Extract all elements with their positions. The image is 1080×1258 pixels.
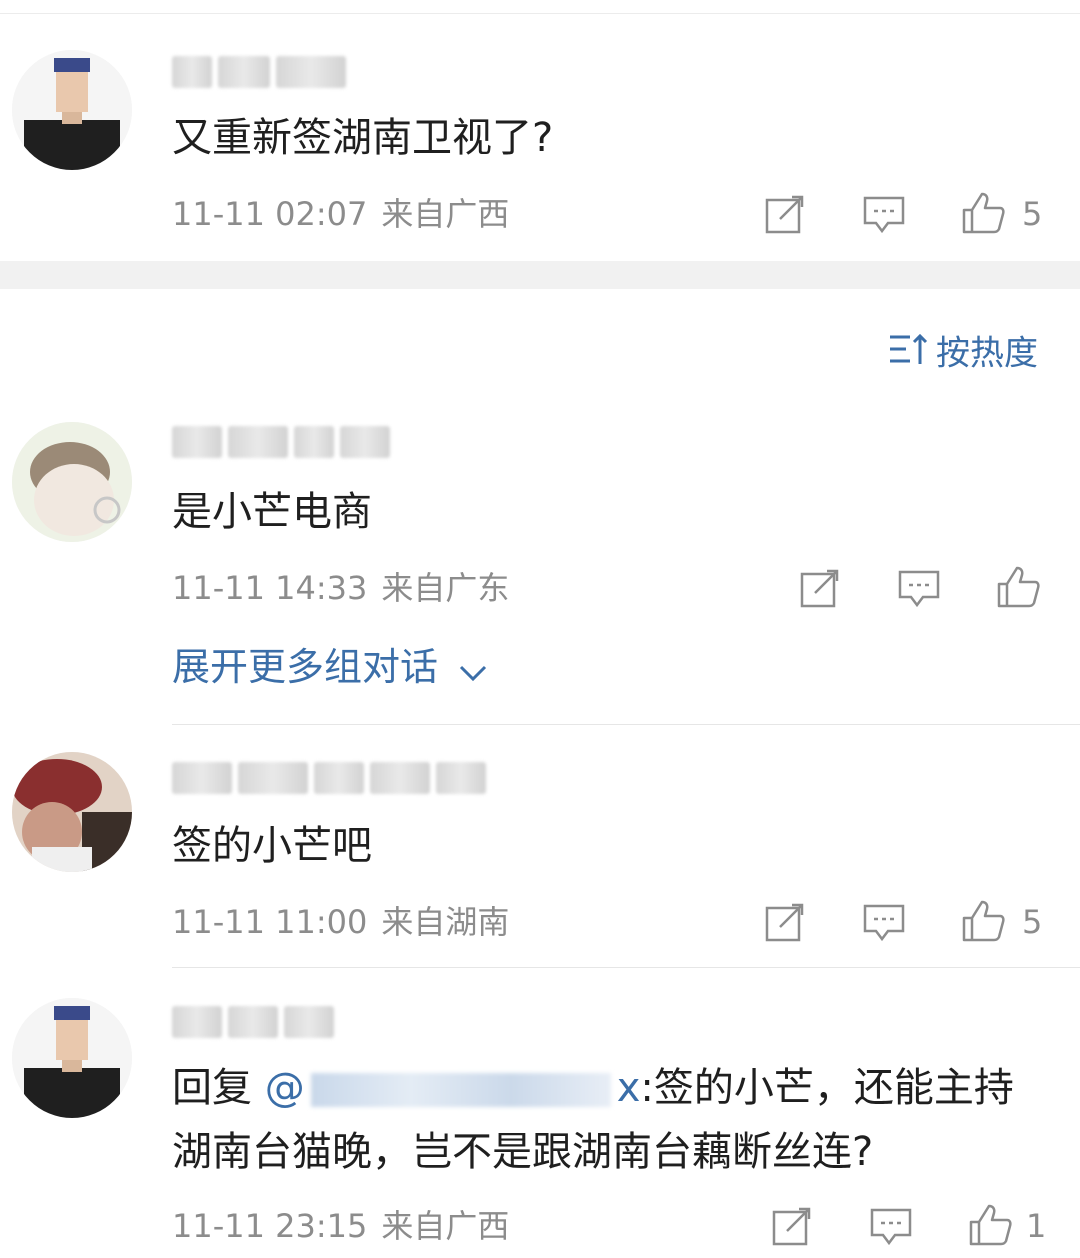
reply-text-line1: 回复 @ x:签的小芒，还能主持 <box>172 1058 1014 1118</box>
mention-name-blurred <box>310 1073 611 1107</box>
divider <box>172 967 1080 968</box>
mention-link[interactable]: @ x <box>265 1065 641 1111</box>
username-blurred[interactable] <box>172 426 396 462</box>
reply-text: :签的小芒，还能主持 <box>640 1065 1014 1111</box>
share-icon[interactable] <box>771 1205 813 1247</box>
avatar[interactable] <box>12 752 132 872</box>
expand-conversation-link[interactable]: 展开更多组对话 <box>172 642 488 695</box>
comment-text: 又重新签湖南卫视了? <box>172 115 554 161</box>
comment-text: 是小芒电商 <box>172 489 372 535</box>
chevron-down-icon <box>458 645 488 695</box>
share-icon[interactable] <box>764 901 806 943</box>
share-icon[interactable] <box>799 567 841 609</box>
expand-label: 展开更多组对话 <box>172 645 439 689</box>
comment-meta: 11-11 23:15 来自广西 <box>172 1206 509 1246</box>
like-count: 5 <box>1022 903 1043 941</box>
like-icon[interactable] <box>960 190 1006 236</box>
like-icon[interactable] <box>995 564 1041 610</box>
comment-icon[interactable] <box>862 195 906 235</box>
mention-end: x <box>616 1065 641 1111</box>
location: 来自湖南 <box>381 903 510 941</box>
avatar[interactable] <box>12 50 132 170</box>
divider <box>172 724 1080 725</box>
timestamp: 11-11 23:15 <box>172 1207 368 1245</box>
username-blurred[interactable] <box>172 1006 340 1042</box>
like-icon[interactable] <box>960 898 1006 944</box>
comment-icon[interactable] <box>897 569 941 609</box>
like-count: 1 <box>1026 1207 1047 1245</box>
comment-meta: 11-11 14:33 来自广东 <box>172 568 509 608</box>
comment-icon[interactable] <box>869 1207 913 1247</box>
like-icon[interactable] <box>967 1202 1013 1248</box>
comment-meta: 11-11 02:07 来自广西 <box>172 194 509 234</box>
mention-at: @ <box>264 1065 305 1111</box>
sort-icon <box>888 332 928 375</box>
location: 来自广西 <box>381 195 510 233</box>
username-blurred[interactable] <box>172 56 352 92</box>
sort-button[interactable]: 按热度 <box>888 332 1038 375</box>
username-blurred[interactable] <box>172 762 492 798</box>
top-divider <box>0 13 1080 14</box>
sort-label: 按热度 <box>936 333 1038 374</box>
comment-icon[interactable] <box>862 903 906 943</box>
section-divider <box>0 261 1080 289</box>
timestamp: 11-11 02:07 <box>172 195 368 233</box>
timestamp: 11-11 14:33 <box>172 569 368 607</box>
avatar[interactable] <box>12 998 132 1118</box>
comment-meta: 11-11 11:00 来自湖南 <box>172 902 509 942</box>
location: 来自广西 <box>381 1207 510 1245</box>
share-icon[interactable] <box>764 193 806 235</box>
like-count: 5 <box>1022 195 1043 233</box>
comment-text: 签的小芒吧 <box>172 823 372 869</box>
avatar[interactable] <box>12 422 132 542</box>
location: 来自广东 <box>381 569 510 607</box>
reply-text-line2: 湖南台猫晚，岂不是跟湖南台藕断丝连? <box>172 1129 874 1175</box>
timestamp: 11-11 11:00 <box>172 903 368 941</box>
reply-prefix: 回复 <box>172 1065 265 1111</box>
